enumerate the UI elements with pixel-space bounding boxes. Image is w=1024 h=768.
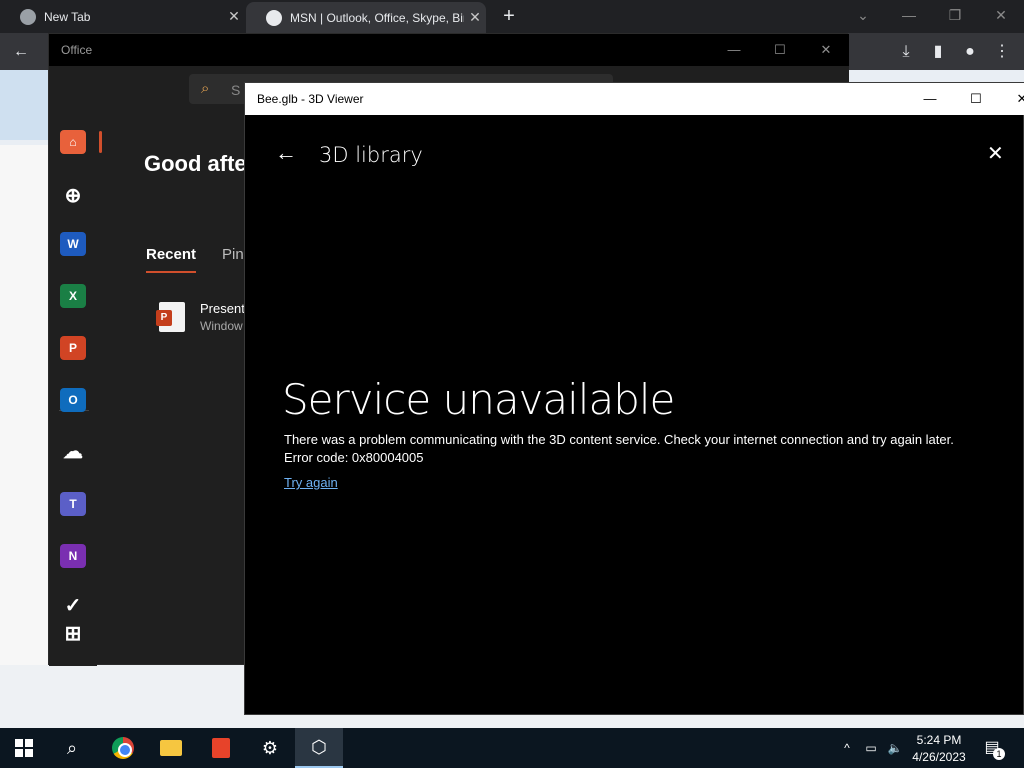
taskbar-3d-viewer[interactable]: ⬡ bbox=[295, 728, 343, 768]
word-icon[interactable]: W bbox=[60, 232, 86, 256]
viewer-maximize-button[interactable]: ☐ bbox=[953, 87, 999, 111]
folder-icon bbox=[160, 740, 182, 756]
taskbar-office[interactable] bbox=[197, 728, 245, 768]
viewer-minimize-button[interactable]: — bbox=[907, 87, 953, 111]
profile-icon[interactable]: ● bbox=[958, 40, 982, 64]
chrome-tab-close-icon[interactable]: ✕ bbox=[223, 8, 245, 25]
office-maximize-button[interactable]: ☐ bbox=[757, 39, 803, 61]
tray-chevron-icon[interactable]: ^ bbox=[838, 728, 856, 768]
search-icon: ⌕ bbox=[66, 737, 78, 758]
chrome-tab-new-tab[interactable]: New Tab ✕ bbox=[0, 0, 245, 33]
volume-icon[interactable]: 🔈 bbox=[884, 728, 906, 768]
close-icon[interactable]: ✕ bbox=[987, 143, 1004, 165]
windows-logo-icon bbox=[15, 739, 33, 757]
home-icon[interactable]: ⌂ bbox=[60, 130, 86, 154]
todo-icon[interactable]: ✓ bbox=[60, 594, 86, 618]
page-title: 3D library bbox=[319, 143, 423, 167]
excel-icon[interactable]: X bbox=[60, 284, 86, 308]
tab-pinned[interactable]: Pin bbox=[222, 246, 244, 263]
search-icon: ⌕ bbox=[201, 80, 210, 97]
office-search-placeholder: S bbox=[231, 82, 241, 98]
powerpoint-badge-icon: P bbox=[156, 310, 172, 326]
create-icon[interactable]: ⊕ bbox=[60, 184, 86, 208]
chrome-tab-msn[interactable]: MSN | Outlook, Office, Skype, Bir ✕ bbox=[246, 2, 486, 33]
viewer-window: Bee.glb - 3D Viewer — ☐ ✕ ← 3D library ✕… bbox=[244, 82, 1024, 715]
onenote-icon[interactable]: N bbox=[60, 544, 86, 568]
office-minimize-button[interactable]: — bbox=[711, 39, 757, 61]
start-button[interactable] bbox=[0, 728, 48, 768]
office-icon bbox=[212, 738, 230, 758]
chrome-tab-close-icon[interactable]: ✕ bbox=[464, 9, 486, 26]
tab-recent-underline bbox=[146, 271, 196, 273]
tab-search-icon[interactable]: ⌄ bbox=[843, 4, 883, 26]
cube-icon: ⬡ bbox=[311, 736, 327, 757]
viewer-close-button[interactable]: ✕ bbox=[999, 87, 1024, 111]
recent-file-name[interactable]: Present bbox=[200, 301, 245, 316]
notification-count: 1 bbox=[993, 748, 1005, 760]
chrome-icon bbox=[112, 737, 134, 759]
taskbar-search-button[interactable]: ⌕ bbox=[48, 728, 96, 768]
clock-date[interactable]: 4/26/2023 bbox=[906, 750, 972, 764]
powerpoint-icon[interactable]: P bbox=[60, 336, 86, 360]
try-again-link[interactable]: Try again bbox=[284, 475, 338, 490]
msn-favicon-icon bbox=[266, 9, 282, 26]
back-icon[interactable]: ← bbox=[9, 40, 33, 64]
rail-active-indicator bbox=[99, 131, 102, 153]
error-message: There was a problem communicating with t… bbox=[284, 432, 954, 447]
download-icon[interactable]: ⤓ bbox=[894, 40, 918, 64]
taskbar-chrome[interactable] bbox=[99, 728, 147, 768]
msn-left-column bbox=[0, 145, 48, 665]
back-arrow-icon[interactable]: ← bbox=[275, 141, 297, 165]
chrome-tab-title: New Tab bbox=[44, 9, 91, 24]
chrome-menu-icon[interactable]: ⋮ bbox=[990, 40, 1014, 64]
error-title: Service unavailable bbox=[282, 375, 675, 424]
taskbar-settings[interactable]: ⚙ bbox=[246, 728, 294, 768]
chrome-minimize-button[interactable]: — bbox=[889, 4, 929, 26]
network-icon[interactable]: ▭ bbox=[860, 728, 882, 768]
office-greeting: Good afte bbox=[144, 151, 247, 176]
recent-file-location: Window bbox=[200, 319, 243, 333]
taskbar-file-explorer[interactable] bbox=[147, 728, 195, 768]
chrome-close-button[interactable]: ✕ bbox=[981, 4, 1021, 26]
gear-icon: ⚙ bbox=[261, 737, 279, 758]
side-panel-icon[interactable]: ▮ bbox=[926, 40, 950, 64]
chrome-tab-favicon-icon bbox=[20, 8, 36, 25]
error-code: Error code: 0x80004005 bbox=[284, 450, 424, 465]
clock-time[interactable]: 5:24 PM bbox=[906, 733, 972, 747]
chrome-tab-title: MSN | Outlook, Office, Skype, Bir bbox=[290, 10, 464, 25]
viewer-window-title: Bee.glb - 3D Viewer bbox=[257, 92, 364, 106]
office-close-button[interactable]: ✕ bbox=[803, 39, 849, 61]
apps-icon[interactable]: ⊞ bbox=[60, 622, 86, 646]
tab-recent[interactable]: Recent bbox=[146, 246, 196, 263]
onedrive-icon[interactable]: ☁ bbox=[60, 440, 86, 464]
teams-icon[interactable]: T bbox=[60, 492, 86, 516]
new-tab-button[interactable]: + bbox=[498, 5, 520, 27]
outlook-icon[interactable]: O bbox=[60, 388, 86, 412]
chrome-restore-button[interactable]: ❐ bbox=[935, 4, 975, 26]
office-window-title: Office bbox=[61, 43, 93, 57]
